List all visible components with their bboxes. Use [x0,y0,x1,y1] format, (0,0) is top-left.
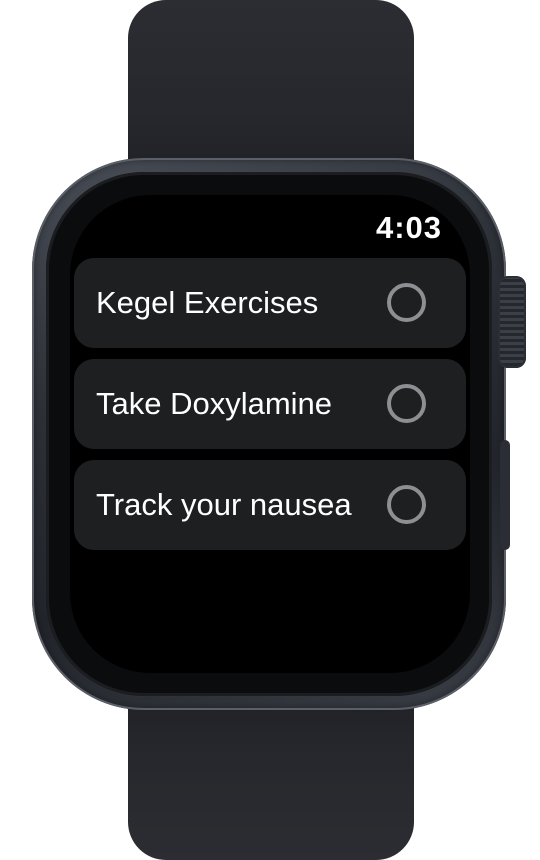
reminder-label: Kegel Exercises [96,285,319,320]
reminder-item-take-doxylamine[interactable]: Take Doxylamine [74,359,466,449]
status-time: 4:03 [375,210,442,245]
empty-circle-icon[interactable] [387,384,426,423]
empty-circle-icon[interactable] [387,485,426,524]
watch-band-top [128,0,414,175]
watch-frame: 4:03 Kegel Exercises Take Doxylamine Tra… [0,0,540,860]
reminder-item-track-your-nausea[interactable]: Track your nausea [74,460,466,550]
reminder-item-kegel-exercises[interactable]: Kegel Exercises [74,258,466,348]
empty-circle-icon[interactable] [387,283,426,322]
watch-band-bottom [128,690,414,860]
reminder-list: Kegel Exercises Take Doxylamine Track yo… [74,258,466,561]
reminder-label: Track your nausea [96,487,352,522]
watch-screen: 4:03 Kegel Exercises Take Doxylamine Tra… [70,195,470,673]
side-button[interactable] [500,440,510,550]
reminder-label: Take Doxylamine [96,386,333,421]
digital-crown[interactable] [498,276,526,368]
